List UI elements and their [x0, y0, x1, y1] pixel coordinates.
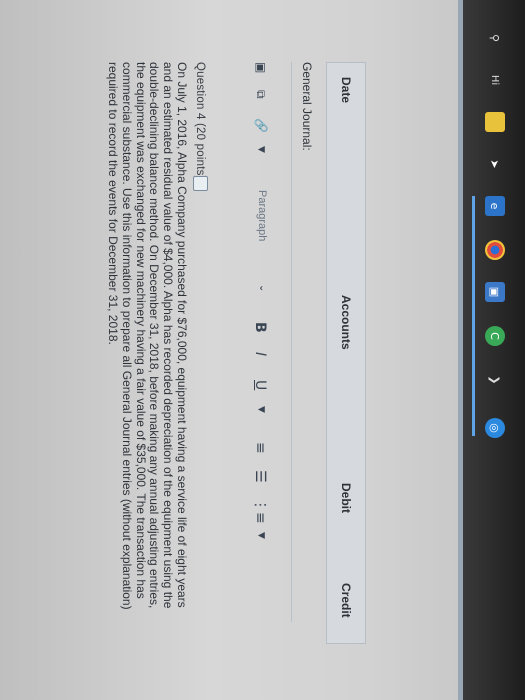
chevron-down-icon[interactable]: ▼	[256, 146, 266, 153]
camera-icon[interactable]: C	[485, 326, 505, 346]
cursor-icon[interactable]: ➤	[485, 154, 505, 174]
paragraph-select[interactable]: Paragraph	[256, 190, 268, 241]
question-points: (20 points)	[194, 123, 206, 180]
ie-icon[interactable]: e	[485, 196, 505, 216]
pin-icon[interactable]: ⚲	[485, 28, 505, 48]
editor-toolbar: ▣ ⧉ 🔗 ▼ Paragraph ⌄ B I U ▼ ≡ ☰ ⋮≡ ▼	[242, 62, 278, 652]
underline-button[interactable]: U	[252, 380, 268, 390]
taskbar: ⚲ Hi ➤ e ▣ C ❯ ◎	[463, 0, 525, 700]
align-icon[interactable]: ≡	[252, 442, 268, 454]
rotated-browser-view: ⚲ Hi ➤ e ▣ C ❯ ◎ Date Accounts Debit Cre…	[0, 0, 525, 700]
journal-table-header: Date Accounts Debit Credit	[326, 62, 366, 644]
chevron-down-icon[interactable]: ▼	[256, 532, 266, 539]
italic-button[interactable]: I	[252, 352, 268, 356]
column-credit: Credit	[339, 583, 353, 618]
column-accounts: Accounts	[339, 295, 353, 350]
image-icon[interactable]: ⧉	[253, 90, 268, 99]
store-icon[interactable]: ▣	[485, 282, 505, 302]
media-icon[interactable]: ▣	[254, 62, 268, 73]
question-text: On July 1, 2016, Alpha Company purchased…	[106, 62, 189, 610]
active-app-indicator	[472, 196, 475, 436]
toolbar-divider	[291, 62, 292, 622]
bold-button[interactable]: B	[252, 322, 268, 333]
monitor-screen: ⚲ Hi ➤ e ▣ C ❯ ◎ Date Accounts Debit Cre…	[0, 0, 525, 700]
chevron-down-icon[interactable]: ⌄	[257, 284, 268, 292]
general-journal-label: General Journal:	[300, 62, 314, 151]
flag-icon[interactable]	[193, 176, 208, 191]
hi-icon[interactable]: Hi	[485, 70, 505, 90]
align-justify-icon[interactable]: ☰	[252, 470, 268, 483]
list-icon[interactable]: ⋮≡	[252, 498, 268, 524]
question-number: Question 4	[194, 62, 206, 120]
column-date: Date	[339, 77, 353, 104]
chevron-down-icon[interactable]: ▼	[256, 406, 266, 413]
page-left-border	[458, 0, 463, 700]
pointer-icon[interactable]: ❯	[485, 370, 505, 390]
link-icon[interactable]: 🔗	[254, 118, 268, 133]
chrome-icon[interactable]	[485, 240, 505, 260]
page-content: Date Accounts Debit Credit General Journ…	[0, 0, 458, 700]
question-title: Question 4 (20 points)	[194, 62, 206, 180]
column-debit: Debit	[339, 483, 353, 513]
file-icon[interactable]	[485, 112, 505, 132]
safari-icon[interactable]: ◎	[485, 418, 505, 438]
